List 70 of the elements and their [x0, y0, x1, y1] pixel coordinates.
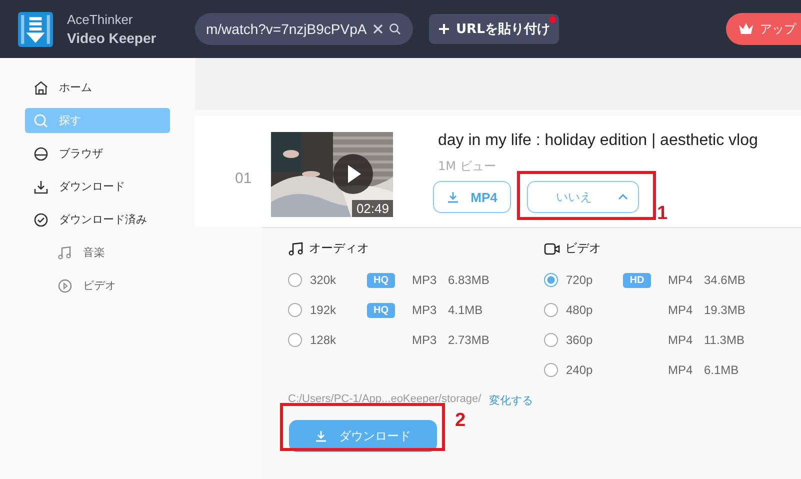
crown-icon — [738, 21, 754, 37]
section-heading: ビデオ — [565, 240, 601, 257]
quality-badge: HD — [623, 273, 651, 288]
radio-button[interactable] — [544, 273, 558, 287]
search-icon — [33, 112, 49, 128]
section-heading: オーディオ — [309, 240, 369, 257]
quality-label: 240p — [566, 363, 594, 377]
view-count: 1M ビュー — [438, 158, 497, 175]
radio-button[interactable] — [288, 333, 302, 347]
video-camera-icon — [544, 240, 560, 256]
video-title: day in my life : holiday edition | aesthetic vlog — [438, 132, 758, 150]
annotation-number: 1 — [657, 203, 668, 225]
play-icon[interactable] — [333, 154, 373, 194]
format-label: MP4 — [668, 363, 694, 377]
format-label: MP4 — [668, 273, 694, 287]
change-link[interactable]: 変化する — [489, 393, 534, 408]
check-circle-icon — [33, 212, 49, 228]
save-path: C:/Users/PC-1/App...eoKeeper/storage/ — [288, 393, 482, 407]
music-note-icon — [57, 244, 73, 260]
logo-icon — [18, 12, 53, 46]
caret-icon — [618, 194, 628, 200]
annotation-number: 2 — [455, 410, 466, 432]
music-note-icon — [288, 240, 304, 256]
plus-icon — [438, 23, 450, 35]
format-label: MP4 — [668, 333, 694, 347]
video-duration: 02:49 — [352, 200, 393, 217]
download-icon — [446, 191, 459, 203]
row-number: 01 — [235, 170, 253, 187]
download-icon — [315, 430, 327, 442]
quality-label: 480p — [566, 303, 594, 317]
quality-label: 192k — [310, 303, 338, 317]
quality-label: 320k — [310, 273, 338, 287]
file-size: 19.3MB — [704, 303, 746, 317]
url-field[interactable]: m/watch?v=7nzjB9cPVpA — [195, 13, 413, 45]
file-size: 4.1MB — [448, 303, 483, 317]
paste-url-button[interactable]: URLを貼り付け — [429, 14, 559, 44]
quality-label: 720p — [566, 273, 594, 287]
sidebar-item[interactable]: ダウンロード — [25, 174, 170, 199]
home-icon — [33, 80, 49, 96]
file-size: 2.73MB — [448, 333, 490, 347]
sidebar-item[interactable]: ホーム — [25, 75, 170, 100]
quality-badge: HQ — [367, 303, 395, 318]
radio-button[interactable] — [288, 303, 302, 317]
quality-badge: HQ — [367, 273, 395, 288]
file-size: 6.83MB — [448, 273, 490, 287]
quality-label: 128k — [310, 333, 338, 347]
file-size: 11.3MB — [704, 333, 744, 347]
radio-button[interactable] — [544, 333, 558, 347]
clear-icon[interactable] — [372, 23, 384, 35]
format-label: MP3 — [412, 333, 438, 347]
format-label: MP3 — [412, 303, 438, 317]
upgrade-button[interactable]: アップ — [726, 13, 801, 45]
sidebar-item[interactable]: ダウンロード済み — [25, 207, 170, 232]
sidebar-item[interactable]: 音楽 — [25, 240, 170, 265]
radio-button[interactable] — [544, 303, 558, 317]
quality-label: 360p — [566, 333, 594, 347]
logo-name: AceThinker — [67, 11, 134, 29]
file-size: 34.6MB — [704, 273, 746, 287]
globe-icon — [33, 146, 49, 162]
sidebar-item[interactable]: ビデオ — [25, 273, 170, 298]
format-label: MP3 — [412, 273, 438, 287]
file-size: 6.1MB — [704, 363, 739, 377]
download-icon — [33, 178, 49, 194]
radio-button[interactable] — [544, 363, 558, 377]
radio-button[interactable] — [288, 273, 302, 287]
logo-subtitle: Video Keeper — [67, 29, 156, 47]
sidebar-item[interactable]: ブラウザ — [25, 141, 170, 166]
play-circle-icon — [57, 278, 73, 294]
format-label: MP4 — [668, 303, 694, 317]
search-icon[interactable] — [388, 23, 401, 35]
